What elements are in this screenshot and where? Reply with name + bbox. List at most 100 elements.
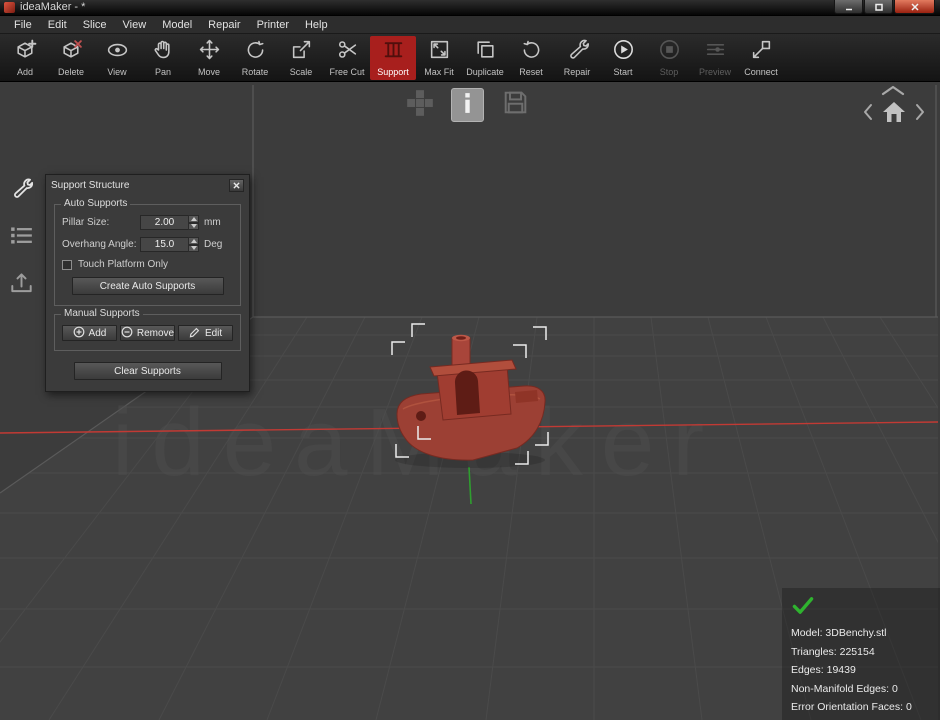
start-button[interactable]: Start (600, 36, 646, 80)
camera-up-button[interactable] (878, 85, 908, 98)
delete-button[interactable]: Delete (48, 36, 94, 80)
support-button[interactable]: Support (370, 36, 416, 80)
pencil-icon (189, 326, 201, 341)
view-button[interactable]: View (94, 36, 140, 80)
pillar-size-input[interactable] (140, 215, 188, 230)
delete-icon (60, 38, 83, 66)
manual-remove-button[interactable]: Remove (120, 325, 175, 341)
pillar-size-unit: mm (204, 217, 221, 228)
pan-button[interactable]: Pan (140, 36, 186, 80)
menu-model[interactable]: Model (154, 18, 200, 32)
connect-icon (750, 38, 773, 66)
menu-bar: File Edit Slice View Model Repair Printe… (0, 16, 940, 34)
view-eye-icon (106, 38, 129, 66)
scissors-icon (336, 38, 359, 66)
repair-button[interactable]: Repair (554, 36, 600, 80)
duplicate-button[interactable]: Duplicate (462, 36, 508, 80)
circle-minus-icon (121, 326, 133, 341)
triangles-row: Triangles: 225154 (791, 643, 931, 662)
camera-left-button[interactable] (861, 105, 874, 125)
menu-edit[interactable]: Edit (40, 18, 75, 32)
overhang-angle-unit: Deg (204, 239, 222, 250)
clear-supports-button[interactable]: Clear Supports (74, 362, 222, 380)
menu-view[interactable]: View (115, 18, 155, 32)
circle-plus-icon (73, 326, 85, 341)
support-wrench-button[interactable] (8, 178, 34, 204)
app-window: ideaMaker - * File Edit Slice View Model… (0, 0, 940, 82)
main-toolbar: Add Delete View Pan Move Rotate Scale F (0, 34, 940, 82)
home-icon (881, 100, 907, 129)
close-button[interactable] (894, 0, 935, 14)
minimize-button[interactable] (834, 0, 863, 14)
overhang-angle-input[interactable] (140, 237, 188, 252)
touch-platform-label: Touch Platform Only (78, 259, 168, 270)
camera-right-button[interactable] (913, 105, 926, 125)
wrench-icon (10, 177, 33, 205)
save-icon (502, 89, 529, 121)
start-play-icon (612, 38, 635, 66)
3d-viewport[interactable]: ideaMaker (0, 83, 940, 720)
free-cut-button[interactable]: Free Cut (324, 36, 370, 80)
menu-printer[interactable]: Printer (249, 18, 297, 32)
maximize-button[interactable] (864, 0, 893, 14)
edges-row: Edges: 19439 (791, 661, 931, 680)
model-info-panel: Model: 3DBenchy.stl Triangles: 225154 Ed… (782, 588, 940, 720)
save-button[interactable] (500, 90, 530, 120)
check-icon (791, 596, 931, 620)
manual-supports-legend: Manual Supports (61, 308, 143, 319)
menu-help[interactable]: Help (297, 18, 336, 32)
move-button[interactable]: Move (186, 36, 232, 80)
manual-edit-button[interactable]: Edit (178, 325, 233, 341)
dialog-header[interactable]: Support Structure (46, 175, 249, 196)
reset-icon (520, 38, 543, 66)
scale-button[interactable]: Scale (278, 36, 324, 80)
dialog-close-button[interactable] (229, 179, 244, 192)
camera-home-button[interactable] (880, 102, 907, 127)
overhang-angle-stepper[interactable] (188, 237, 199, 252)
move-cross-button[interactable] (405, 90, 435, 120)
window-controls (833, 0, 935, 14)
add-icon (14, 38, 37, 66)
menu-file[interactable]: File (6, 18, 40, 32)
overhang-angle-label: Overhang Angle: (62, 239, 140, 250)
app-icon (4, 2, 15, 13)
list-icon (10, 224, 33, 252)
preview-button: Preview (692, 36, 738, 80)
max-fit-icon (428, 38, 451, 66)
max-fit-button[interactable]: Max Fit (416, 36, 462, 80)
export-button[interactable] (8, 272, 34, 298)
top-tool-row (405, 88, 530, 122)
support-icon (382, 38, 405, 66)
touch-platform-checkbox[interactable] (62, 260, 72, 270)
scale-icon (290, 38, 313, 66)
upload-icon (10, 271, 33, 299)
info-button[interactable] (451, 88, 484, 122)
auto-supports-group: Auto Supports Pillar Size: mm Overhang A… (54, 204, 241, 306)
auto-supports-legend: Auto Supports (61, 198, 130, 209)
dialog-title: Support Structure (51, 180, 129, 191)
window-title: ideaMaker - * (20, 0, 85, 15)
pillar-size-stepper[interactable] (188, 215, 199, 230)
error-faces-row: Error Orientation Faces: 0 (791, 698, 931, 717)
create-auto-supports-button[interactable]: Create Auto Supports (72, 277, 224, 295)
grid-plus-icon (406, 89, 434, 122)
stop-button: Stop (646, 36, 692, 80)
support-structure-dialog: Support Structure Auto Supports Pillar S… (45, 174, 250, 392)
menu-repair[interactable]: Repair (200, 18, 248, 32)
menu-slice[interactable]: Slice (75, 18, 115, 32)
rotate-button[interactable]: Rotate (232, 36, 278, 80)
reset-button[interactable]: Reset (508, 36, 554, 80)
title-bar: ideaMaker - * (0, 0, 940, 16)
chevron-left-icon (863, 103, 873, 126)
left-tool-column (8, 178, 34, 298)
model-name-row: Model: 3DBenchy.stl (791, 624, 931, 643)
move-arrows-icon (198, 38, 221, 66)
pan-hand-icon (152, 38, 175, 66)
model-list-button[interactable] (8, 225, 34, 251)
manual-add-button[interactable]: Add (62, 325, 117, 341)
chevron-right-icon (915, 103, 925, 126)
add-button[interactable]: Add (2, 36, 48, 80)
manual-supports-group: Manual Supports Add Remove Edit (54, 314, 241, 351)
duplicate-icon (474, 38, 497, 66)
connect-button[interactable]: Connect (738, 36, 784, 80)
